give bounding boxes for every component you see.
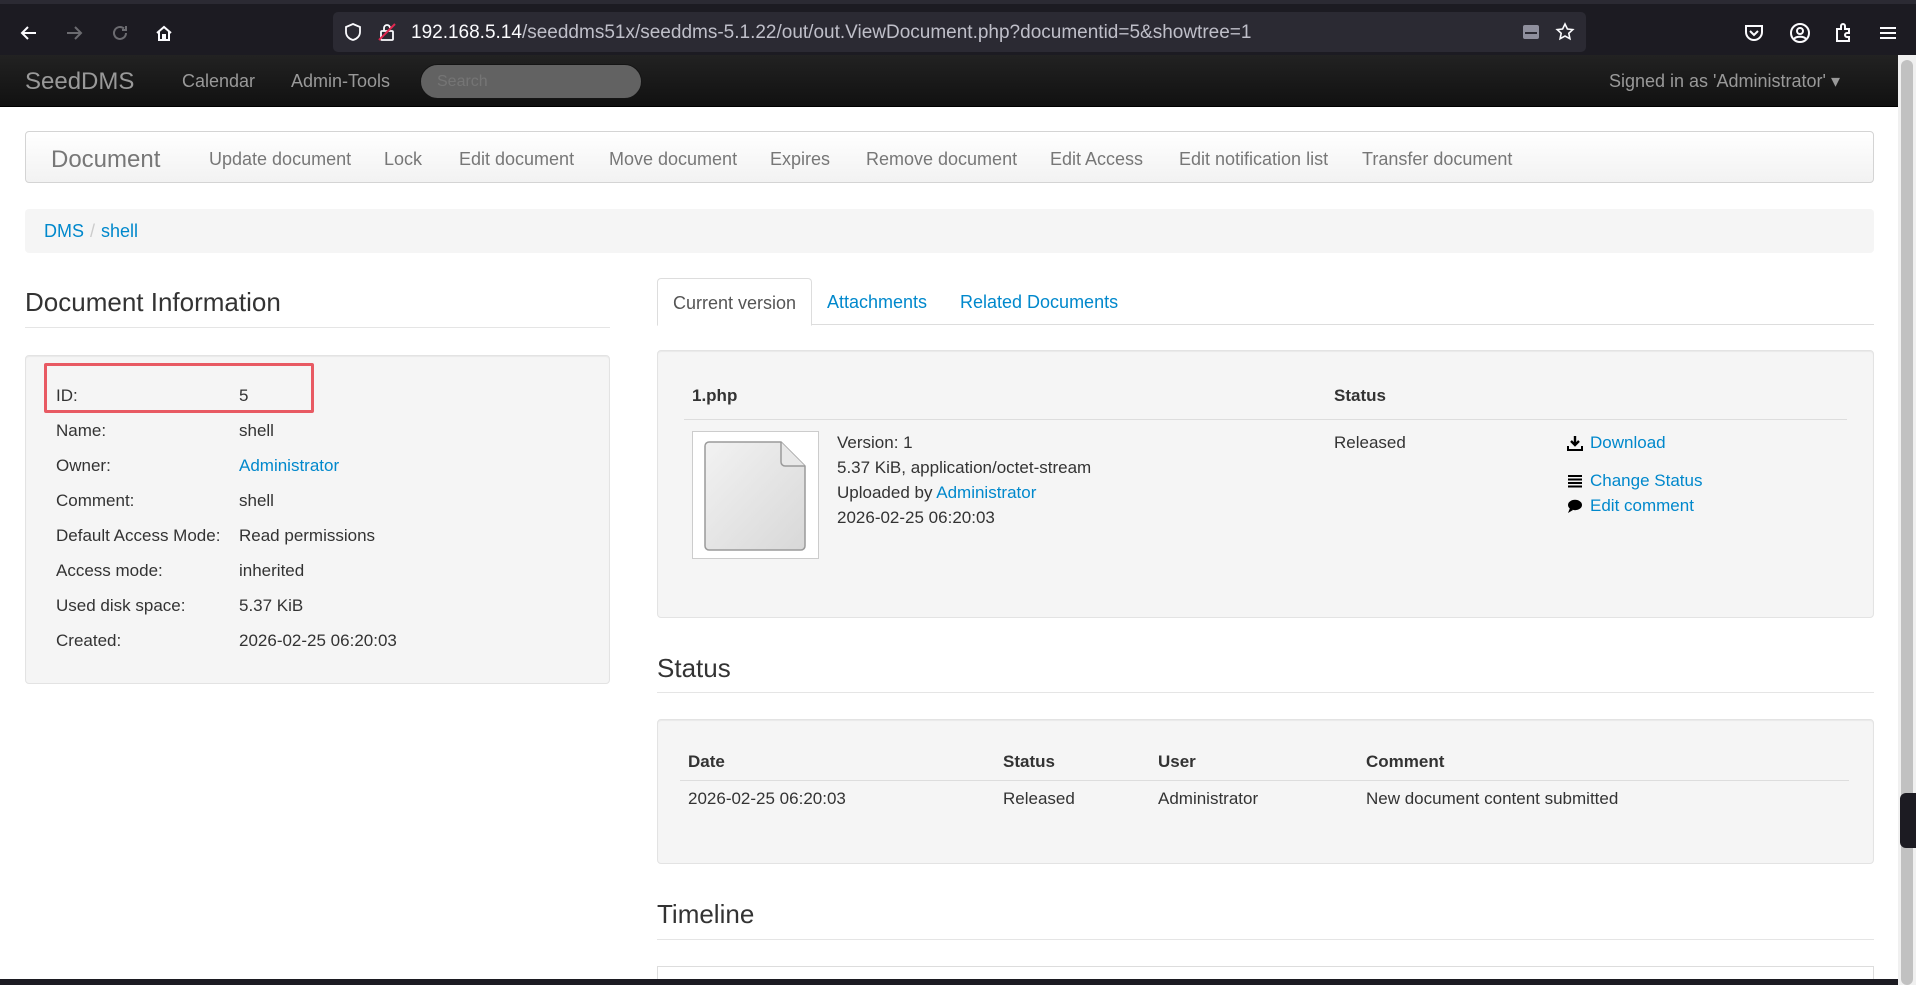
info-label-name: Name: [56, 421, 107, 440]
url-text: 192.168.5.14/seeddms51x/seeddms-5.1.22/o… [411, 22, 1252, 43]
info-value-default-access: Read permissions [239, 526, 376, 545]
info-label-comment: Comment: [56, 491, 135, 510]
user-menu[interactable]: Signed in as 'Administrator' ▾ [1609, 71, 1840, 92]
document-info-title: Document Information [25, 287, 281, 317]
status-col-user: User [1158, 752, 1196, 771]
transfer-document-link[interactable]: Transfer document [1362, 149, 1512, 170]
tab-related-documents[interactable]: Related Documents [945, 278, 1133, 325]
edit-document-link[interactable]: Edit document [459, 149, 574, 170]
change-status-action[interactable]: Change Status [1567, 471, 1702, 491]
info-label-access-mode: Access mode: [56, 561, 163, 580]
version-status: Released [1334, 433, 1406, 452]
divider [25, 327, 610, 328]
app-navbar: SeedDMS Calendar Admin-Tools Signed in a… [0, 55, 1898, 107]
divider [657, 692, 1874, 693]
info-label-disk-space: Used disk space: [56, 596, 186, 615]
list-icon [1567, 473, 1584, 490]
download-action[interactable]: Download [1567, 433, 1666, 453]
uploader-link[interactable]: Administrator [936, 483, 1036, 502]
status-header: Status [1334, 386, 1386, 405]
breadcrumb: DMS / shell [25, 209, 1874, 253]
expires-link[interactable]: Expires [770, 149, 830, 170]
generic-file-icon [704, 441, 806, 551]
status-row-status: Released [1003, 789, 1075, 808]
lock-link[interactable]: Lock [384, 149, 422, 170]
info-value-access-mode: inherited [239, 561, 305, 580]
side-panel-handle[interactable] [1900, 793, 1916, 848]
breadcrumb-separator: / [90, 221, 96, 241]
status-section-title: Status [657, 653, 731, 683]
status-row-date: 2026-02-25 06:20:03 [688, 789, 846, 808]
status-col-status: Status [1003, 752, 1055, 771]
timeline-title: Timeline [657, 899, 755, 929]
update-document-link[interactable]: Update document [209, 149, 351, 170]
document-tabs: Current version Attachments Related Docu… [657, 278, 1874, 326]
subnav-title: Document [51, 146, 161, 173]
browser-toolbar: 192.168.5.14/seeddms51x/seeddms-5.1.22/o… [0, 0, 1916, 55]
tab-attachments[interactable]: Attachments [812, 278, 942, 325]
signed-in-label: Signed in as 'Administrator' [1608, 71, 1826, 91]
tab-current-version[interactable]: Current version [657, 278, 813, 326]
translate-icon[interactable] [1520, 22, 1540, 42]
owner-link[interactable]: Administrator [239, 456, 339, 475]
forward-icon[interactable] [57, 16, 91, 50]
edit-access-link[interactable]: Edit Access [1050, 149, 1143, 170]
download-icon [1567, 435, 1584, 452]
divider [657, 939, 1874, 940]
uploaded-by-prefix: Uploaded by [837, 483, 937, 502]
remove-document-link[interactable]: Remove document [866, 149, 1017, 170]
file-thumbnail[interactable] [692, 431, 819, 559]
nav-link-admin-tools[interactable]: Admin-Tools [291, 71, 390, 92]
version-label: Version: 1 [837, 433, 913, 452]
search-input[interactable] [420, 64, 642, 99]
pocket-icon[interactable] [1742, 21, 1766, 45]
status-row-comment: New document content submitted [1366, 789, 1619, 808]
table-divider [680, 780, 1849, 781]
edit-comment-link[interactable]: Edit comment [1590, 496, 1694, 516]
edit-comment-action[interactable]: Edit comment [1567, 496, 1694, 516]
info-value-owner: Administrator [239, 456, 339, 476]
info-label-owner: Owner: [56, 456, 111, 475]
reload-icon[interactable] [103, 16, 137, 50]
download-link[interactable]: Download [1590, 433, 1666, 453]
uploaded-by-line: Uploaded by Administrator [837, 483, 1036, 503]
info-value-created: 2026-02-25 06:20:03 [239, 631, 397, 650]
account-icon[interactable] [1788, 21, 1812, 45]
info-value-name: shell [239, 421, 274, 440]
shield-icon[interactable] [343, 22, 363, 42]
file-name-header: 1.php [692, 386, 738, 405]
back-icon[interactable] [12, 16, 46, 50]
nav-link-calendar[interactable]: Calendar [182, 71, 255, 92]
info-value-disk-space: 5.37 KiB [239, 596, 304, 615]
menu-icon[interactable] [1876, 21, 1900, 45]
upload-date: 2026-02-25 06:20:03 [837, 508, 995, 527]
info-value-comment: shell [239, 491, 274, 510]
document-subnav: Document Update document Lock Edit docum… [25, 131, 1874, 183]
size-type-label: 5.37 KiB, application/octet-stream [837, 458, 1092, 477]
edit-notification-list-link[interactable]: Edit notification list [1179, 149, 1328, 170]
extensions-icon[interactable] [1832, 21, 1856, 45]
brand-logo[interactable]: SeedDMS [25, 68, 134, 96]
breadcrumb-shell[interactable]: shell [101, 221, 138, 241]
url-bar[interactable]: 192.168.5.14/seeddms51x/seeddms-5.1.22/o… [333, 12, 1586, 52]
breadcrumb-dms[interactable]: DMS [44, 221, 84, 241]
move-document-link[interactable]: Move document [609, 149, 737, 170]
info-label-created: Created: [56, 631, 122, 650]
comment-icon [1567, 498, 1584, 515]
info-label-default-access: Default Access Mode: [56, 526, 221, 545]
status-row-user: Administrator [1158, 789, 1259, 808]
caret-down-icon: ▾ [1830, 71, 1840, 91]
window-bottom-edge [0, 979, 1898, 985]
table-divider [684, 419, 1847, 420]
change-status-link[interactable]: Change Status [1590, 471, 1702, 491]
home-icon[interactable] [147, 16, 181, 50]
bookmark-star-icon[interactable] [1555, 22, 1575, 42]
status-col-comment: Comment [1366, 752, 1445, 771]
highlight-annotation [44, 363, 314, 413]
insecure-lock-icon[interactable] [377, 22, 397, 42]
status-col-date: Date [688, 752, 725, 771]
